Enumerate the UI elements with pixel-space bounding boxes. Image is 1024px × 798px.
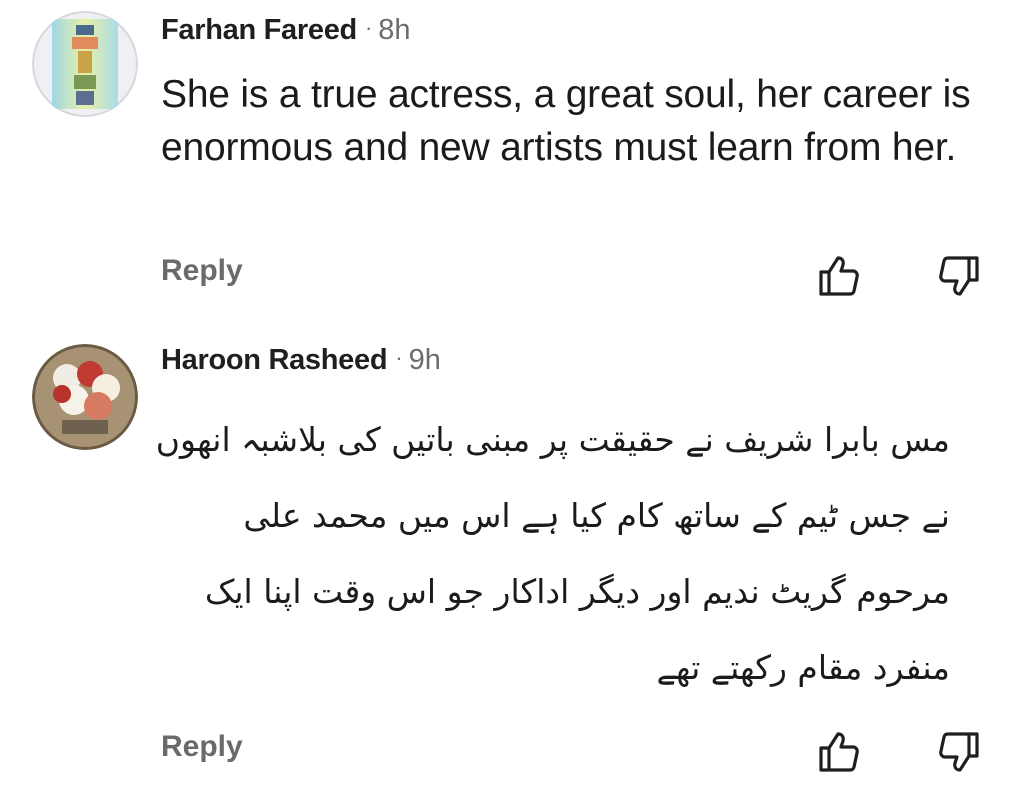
thumbs-up-icon [819, 732, 859, 772]
thumbs-up-icon [819, 256, 859, 296]
avatar[interactable] [32, 11, 138, 117]
comment-header: Farhan Fareed · 8h [161, 14, 411, 47]
dislike-button[interactable] [934, 726, 986, 778]
avatar[interactable] [32, 344, 138, 450]
thumbs-down-icon [939, 256, 979, 296]
dislike-button[interactable] [934, 250, 986, 302]
comment-item: Farhan Fareed · 8h She is a true actress, … [0, 0, 1024, 320]
thumbs-down-icon [939, 732, 979, 772]
meta-separator: · [364, 15, 373, 40]
comment-item: Haroon Rasheed · 9h مس بابرا شریف نے حقیقت… [0, 330, 1024, 798]
comment-time: 9h [408, 344, 441, 376]
like-button[interactable] [812, 250, 864, 302]
comment-author[interactable]: Farhan Fareed [161, 14, 357, 46]
reply-button[interactable]: Reply [161, 254, 243, 288]
meta-separator: · [395, 345, 403, 370]
comment-time: 8h [378, 14, 411, 46]
comment-header: Haroon Rasheed · 9h [161, 344, 441, 377]
comment-author[interactable]: Haroon Rasheed [161, 344, 388, 376]
like-button[interactable] [812, 726, 864, 778]
comment-text: She is a true actress, a great soul, her… [161, 73, 971, 169]
comment-text: مس بابرا شریف نے حقیقت پر مبنی باتیں کی … [155, 420, 950, 687]
reply-button[interactable]: Reply [161, 730, 243, 764]
